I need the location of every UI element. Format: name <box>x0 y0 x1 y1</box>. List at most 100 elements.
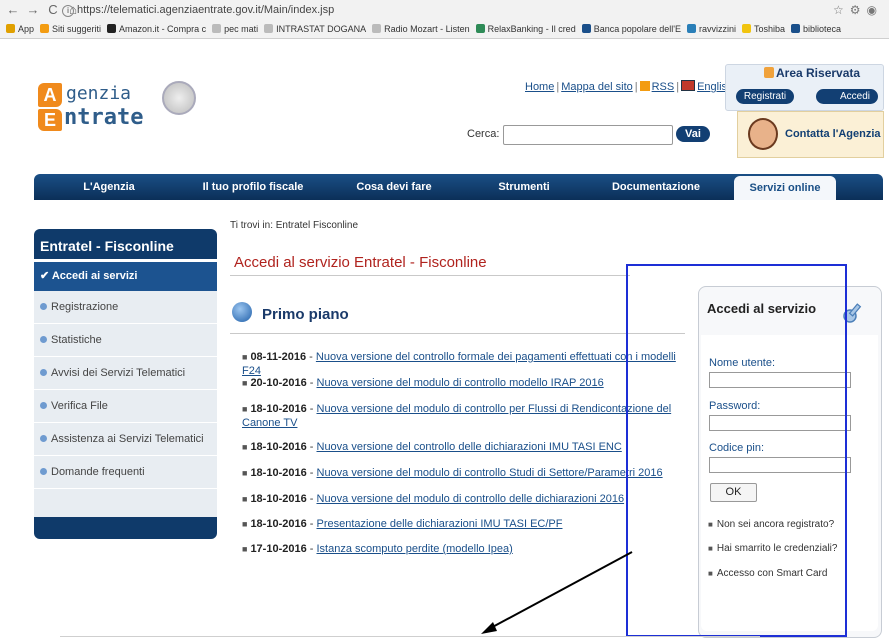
bookmark-item[interactable]: App <box>6 24 34 34</box>
back-icon[interactable]: ← <box>6 3 20 17</box>
bookmark-item[interactable]: RelaxBanking - Il cred <box>475 24 576 34</box>
bookmark-label: Siti suggeriti <box>52 23 102 34</box>
sidebar-footer <box>34 517 217 539</box>
news-separator: - <box>306 403 317 415</box>
bookmark-item[interactable]: biblioteca <box>791 24 841 34</box>
rss-icon <box>639 81 650 91</box>
not-registered-link[interactable]: ■ Non sei ancora registrato? <box>708 519 834 530</box>
bookmark-icon <box>791 24 801 33</box>
profile-icon[interactable]: ◉ <box>867 3 883 17</box>
bookmark-icon <box>372 24 382 33</box>
news-date: 18-10-2016 <box>250 403 307 415</box>
address-bar[interactable]: i https://telematici.agenziaentrate.gov.i… <box>62 3 822 17</box>
sidebar-item-label: Statistiche <box>51 334 102 346</box>
register-button[interactable]: Registrati <box>736 89 794 104</box>
area-riservata: Area Riservata Registrati Accedi <box>725 64 884 111</box>
divider <box>230 275 630 276</box>
login-panel: Accedi al servizio Nome utente: Password… <box>698 286 882 638</box>
sidebar-item-verifica-file[interactable]: Verifica File <box>34 390 217 423</box>
sitemap-link[interactable]: Mappa del sito <box>561 81 633 93</box>
news-link[interactable]: Nuova versione del controllo delle dichi… <box>317 441 622 453</box>
news-date: 17-10-2016 <box>250 543 307 555</box>
operator-avatar <box>748 118 778 150</box>
news-item: ■ 17-10-2016 - Istanza scomputo perdite (… <box>242 542 692 556</box>
sidebar-item-label: Verifica File <box>51 400 108 412</box>
nav-servizi-online[interactable]: Servizi online <box>734 176 836 200</box>
bookmark-item[interactable]: Radio Mozart - Listen <box>372 24 470 34</box>
smart-card-link[interactable]: ■ Accesso con Smart Card <box>708 568 827 579</box>
bullet: ■ <box>242 494 248 504</box>
bullet-icon <box>40 468 47 475</box>
lost-credentials-link[interactable]: ■ Hai smarrito le credenziali? <box>708 543 837 554</box>
news-separator: - <box>306 377 317 389</box>
nav-agenzia[interactable]: L'Agenzia <box>44 174 174 200</box>
news-link[interactable]: Istanza scomputo perdite (modello Ipea) <box>317 543 513 555</box>
bullet: ■ <box>242 378 248 388</box>
forward-icon[interactable]: → <box>26 3 40 17</box>
news-item: ■ 20-10-2016 - Nuova versione del modulo … <box>242 376 692 390</box>
sidebar-item-avvisi[interactable]: Avvisi dei Servizi Telematici <box>34 357 217 390</box>
sidebar-title: Entratel - Fisconline <box>34 229 217 259</box>
reload-icon[interactable]: C <box>46 3 60 17</box>
nav-strumenti[interactable]: Strumenti <box>474 174 574 200</box>
news-link[interactable]: Nuova versione del modulo di controllo S… <box>317 467 663 479</box>
contact-agency-banner[interactable]: Contatta l'Agenzia <box>737 111 884 158</box>
ok-button[interactable]: OK <box>710 483 757 502</box>
news-link[interactable]: Nuova versione del modulo di controllo d… <box>317 493 625 505</box>
news-link[interactable]: Presentazione delle dichiarazioni IMU TA… <box>317 518 563 530</box>
search-label: Cerca: <box>467 128 500 140</box>
bookmark-label: Amazon.it - Compra c <box>119 23 207 34</box>
bullet: ■ <box>242 519 248 529</box>
password-label: Password: <box>709 400 761 412</box>
bookmark-item[interactable]: Amazon.it - Compra c <box>107 24 206 34</box>
bullet: ■ <box>242 544 248 554</box>
search-button[interactable]: Vai <box>676 126 710 142</box>
sidebar-item-label: Domande frequenti <box>51 466 145 478</box>
bullet: ■ <box>242 352 248 362</box>
bullet-icon <box>40 435 47 442</box>
news-separator: - <box>306 467 317 479</box>
bookmark-item[interactable]: Toshiba <box>742 24 785 34</box>
sidebar: Entratel - Fisconline ✔ Accedi ai serviz… <box>34 229 217 539</box>
extension-icon[interactable]: ⚙ <box>850 3 867 17</box>
bookmark-item[interactable]: ravvizzini <box>686 23 736 34</box>
bookmark-label: Toshiba <box>754 23 786 34</box>
globe-icon <box>232 302 252 322</box>
nav-cosa-devi-fare[interactable]: Cosa devi fare <box>334 174 454 200</box>
password-input[interactable] <box>709 415 851 431</box>
sidebar-item-accedi-servizi[interactable]: ✔ Accedi ai servizi <box>34 262 217 291</box>
bookmark-item[interactable]: pec mati <box>212 24 258 34</box>
login-panel-title: Accedi al servizio <box>707 301 817 316</box>
sidebar-item-label: Assistenza ai Servizi Telematici <box>51 433 204 445</box>
news-link[interactable]: Nuova versione del modulo di controllo m… <box>317 377 604 389</box>
star-icon[interactable]: ☆ <box>833 3 850 17</box>
search-input[interactable] <box>503 125 673 145</box>
nav-documentazione[interactable]: Documentazione <box>586 174 726 200</box>
pin-input[interactable] <box>709 457 851 473</box>
bookmark-item[interactable]: INTRASTAT DOGANA <box>264 24 366 34</box>
sidebar-item-statistiche[interactable]: Statistiche <box>34 324 217 357</box>
bookmark-item[interactable]: Banca popolare dell'E <box>581 23 681 34</box>
bookmark-item[interactable]: Siti suggeriti <box>40 24 101 34</box>
sidebar-menu: Registrazione Statistiche Avvisi dei Ser… <box>34 291 217 517</box>
bookmark-label: App <box>18 23 35 34</box>
home-link[interactable]: Home <box>525 81 554 93</box>
bookmark-icon <box>264 24 274 33</box>
username-input[interactable] <box>709 372 851 388</box>
rss-link[interactable]: RSS <box>652 81 675 93</box>
sidebar-item-domande-frequenti[interactable]: Domande frequenti <box>34 456 217 489</box>
agenzia-entrate-logo[interactable]: A genzia E ntrate <box>38 75 208 145</box>
info-icon[interactable]: i <box>62 5 74 17</box>
news-date: 08-11-2016 <box>250 351 307 363</box>
news-item: ■ 18-10-2016 - Nuova versione del modulo … <box>242 492 692 506</box>
sidebar-item-registrazione[interactable]: Registrazione <box>34 291 217 324</box>
nav-profilo-fiscale[interactable]: Il tuo profilo fiscale <box>182 174 324 200</box>
bookmark-label: ravvizzini <box>698 23 736 34</box>
login-button[interactable]: Accedi <box>816 89 878 104</box>
bullet-icon <box>40 303 47 310</box>
sidebar-item-assistenza[interactable]: Assistenza ai Servizi Telematici <box>34 423 217 456</box>
bookmark-label: Banca popolare dell'E <box>593 23 681 34</box>
news-separator: - <box>306 518 317 530</box>
bookmark-icon <box>686 24 696 33</box>
contact-agency-label: Contatta l'Agenzia <box>785 128 881 140</box>
